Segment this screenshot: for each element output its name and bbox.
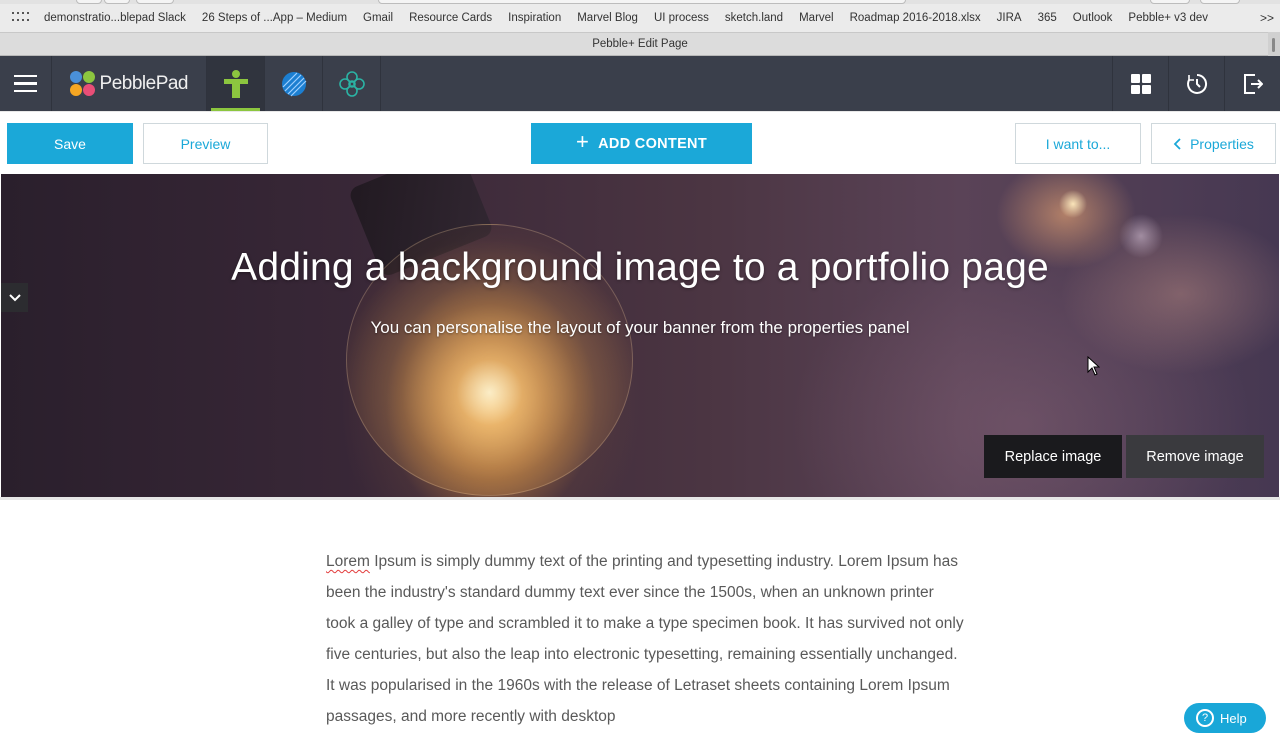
tab-flower[interactable] [323, 56, 381, 111]
flower-icon [338, 70, 365, 97]
pebblepad-logo-icon [70, 70, 95, 97]
banner-divider [0, 497, 1280, 500]
save-label: Save [54, 135, 86, 152]
bookmark-item[interactable]: demonstratio...blepad Slack [44, 12, 186, 24]
bookmark-item[interactable]: Inspiration [508, 12, 561, 24]
collapse-toggle[interactable] [1, 283, 28, 312]
help-button[interactable]: ? Help [1184, 703, 1266, 733]
history-button[interactable] [1168, 56, 1224, 111]
bookmark-item[interactable]: Resource Cards [409, 12, 492, 24]
apps-grid-icon[interactable] [12, 12, 30, 24]
chevron-left-icon [1173, 137, 1181, 150]
replace-image-label: Replace image [1004, 448, 1102, 465]
bookmark-item[interactable]: Roadmap 2016-2018.xlsx [850, 12, 981, 24]
banner-subtitle[interactable]: You can personalise the layout of your b… [1, 318, 1279, 338]
misspelled-word[interactable]: Lorem [326, 553, 370, 570]
hamburger-icon[interactable] [0, 56, 52, 111]
logout-button[interactable] [1224, 56, 1280, 111]
replace-image-button[interactable]: Replace image [984, 435, 1122, 478]
add-content-button[interactable]: + ADD CONTENT [531, 123, 752, 164]
bookmark-item[interactable]: 26 Steps of ...App – Medium [202, 12, 347, 24]
remove-image-button[interactable]: Remove image [1126, 435, 1264, 478]
browser-tab[interactable]: Pebble+ Edit Page [0, 32, 1280, 56]
person-icon [223, 69, 248, 98]
preview-button[interactable]: Preview [143, 123, 268, 164]
chevron-down-icon [8, 293, 21, 301]
tab-title: Pebble+ Edit Page [592, 38, 688, 50]
bookmark-item[interactable]: Marvel Blog [577, 12, 638, 24]
new-tab-button[interactable] [1268, 32, 1280, 56]
i-want-to-label: I want to... [1045, 135, 1111, 152]
bookmark-item[interactable]: Marvel [799, 12, 834, 24]
bookmark-item[interactable]: JIRA [997, 12, 1022, 24]
i-want-to-button[interactable]: I want to... [1015, 123, 1141, 164]
bookmark-item[interactable]: Outlook [1073, 12, 1113, 24]
grid-icon [1130, 73, 1151, 94]
properties-button[interactable]: Properties [1151, 123, 1276, 164]
plus-icon: + [576, 129, 590, 154]
tab-personal[interactable] [207, 56, 265, 111]
tab-globe[interactable] [265, 56, 323, 111]
mouse-cursor-icon [1087, 356, 1100, 376]
bookmark-item[interactable]: 365 [1038, 12, 1057, 24]
bookmarks-overflow-icon[interactable]: >> [1260, 11, 1274, 25]
banner[interactable]: Adding a background image to a portfolio… [1, 174, 1279, 497]
app-header: PebblePad [0, 56, 1280, 111]
bookmark-item[interactable]: UI process [654, 12, 709, 24]
history-icon [1186, 73, 1207, 94]
remove-image-label: Remove image [1146, 448, 1244, 465]
apps-button[interactable] [1112, 56, 1168, 111]
bookmark-item[interactable]: sketch.land [725, 12, 783, 24]
bookmarks-bar: demonstratio...blepad Slack 26 Steps of … [0, 4, 1280, 32]
banner-title[interactable]: Adding a background image to a portfolio… [1, 246, 1279, 290]
help-label: Help [1220, 710, 1247, 726]
logout-icon [1243, 73, 1263, 94]
body-text: Ipsum is simply dummy text of the printi… [326, 553, 964, 725]
question-icon: ? [1196, 709, 1214, 727]
preview-label: Preview [180, 135, 231, 152]
add-content-label: ADD CONTENT [598, 135, 707, 152]
bookmark-item[interactable]: Gmail [363, 12, 393, 24]
properties-label: Properties [1190, 135, 1254, 152]
save-button[interactable]: Save [7, 123, 133, 164]
globe-icon [281, 71, 306, 96]
logo-text: PebblePad [99, 72, 189, 94]
header-actions [1112, 56, 1280, 111]
text-block[interactable]: Lorem Ipsum is simply dummy text of the … [326, 546, 966, 732]
pebblepad-logo[interactable]: PebblePad [52, 56, 207, 111]
bookmark-item[interactable]: Pebble+ v3 dev [1128, 12, 1208, 24]
editor-toolbar: Save Preview + ADD CONTENT I want to... … [0, 111, 1280, 174]
